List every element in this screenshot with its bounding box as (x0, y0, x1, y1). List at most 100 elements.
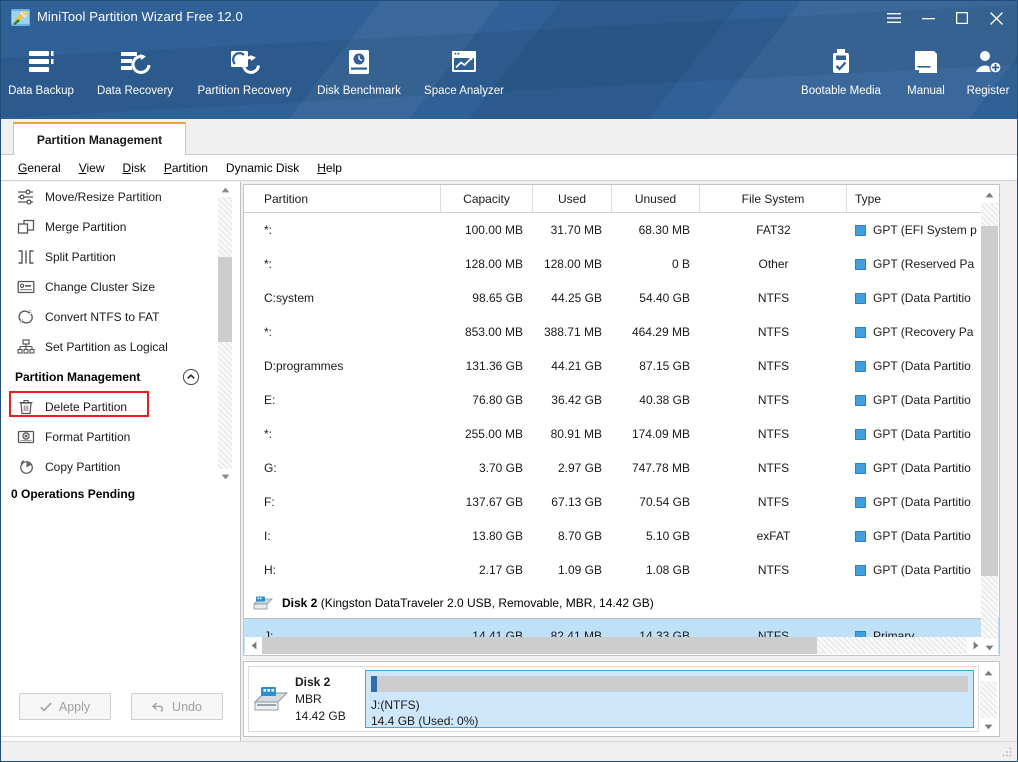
scroll-right-arrow-icon[interactable] (967, 637, 984, 654)
table-horizontal-scrollbar[interactable] (245, 637, 984, 654)
table-vertical-scrollbar[interactable] (981, 186, 998, 655)
cell-capacity: 3.70 GB (478, 461, 523, 475)
scroll-down-arrow-icon[interactable] (218, 469, 232, 484)
table-row[interactable]: G: 3.70 GB 2.97 GB 747.78 MB NTFS GPT (Data P… (244, 451, 999, 485)
cell-file-system: NTFS (757, 359, 790, 373)
tab-partition-management[interactable]: Partition Management (13, 122, 186, 155)
column-header-used[interactable]: Used (533, 185, 612, 212)
sidebar-item-move-resize-partition[interactable]: Move/Resize Partition (1, 182, 226, 212)
menu-item-dynamic-disk[interactable]: Dynamic Disk (217, 158, 308, 178)
table-row[interactable]: C:system 98.65 GB 44.25 GB 54.40 GB NTFS GPT … (244, 281, 999, 315)
menu-item-disk[interactable]: Disk (114, 158, 155, 178)
cell-type: GPT (Data Partitio (847, 529, 977, 543)
table-row[interactable]: *: 100.00 MB 31.70 MB 68.30 MB FAT32 GPT (EFI… (244, 213, 999, 247)
sidebar-scrollbar[interactable] (218, 182, 232, 484)
sidebar-item-label: Change Cluster Size (45, 280, 156, 294)
type-color-swatch (855, 530, 866, 542)
column-header-file-system[interactable]: File System (700, 185, 847, 212)
type-label: GPT (Recovery Pa (873, 325, 974, 339)
minimize-icon[interactable] (911, 5, 945, 31)
sidebar-item-convert-ntfs-to-fat[interactable]: F N Convert NTFS to FAT (1, 302, 226, 332)
disk-group-header-disk2[interactable]: Disk 2 (Kingston DataTraveler 2.0 USB, R… (244, 587, 999, 619)
status-bar (1, 741, 1017, 761)
menu-item-general[interactable]: General (9, 158, 70, 178)
undo-button[interactable]: Undo (131, 693, 223, 720)
cell-capacity: 98.65 GB (472, 291, 523, 305)
scroll-up-arrow-icon[interactable] (980, 664, 997, 681)
column-header-type[interactable]: Type (847, 185, 977, 212)
disk-map-name: Disk 2 (295, 674, 331, 689)
type-color-swatch (855, 428, 866, 440)
menu-item-partition[interactable]: Partition (155, 158, 217, 178)
toolbar-label: Data Recovery (96, 85, 174, 97)
resize-grip-icon[interactable] (1001, 746, 1013, 758)
disk-map-scrollbar[interactable] (980, 664, 997, 735)
sidebar-item-format-partition[interactable]: Format Partition (1, 422, 226, 452)
type-color-swatch (855, 462, 866, 474)
disk-map-partition-text: J:(NTFS) 14.4 GB (Used: 0%) (371, 697, 478, 729)
toolbar-label: Register (966, 85, 1010, 97)
close-icon[interactable] (979, 5, 1013, 31)
sidebar-item-set-partition-as-logical[interactable]: Set Partition as Logical (1, 332, 226, 362)
format-partition-icon (15, 426, 37, 448)
disk-map-partition-block-j[interactable]: J:(NTFS) 14.4 GB (Used: 0%) (365, 670, 974, 728)
cell-used: 36.42 GB (551, 393, 602, 407)
cell-type: GPT (Data Partitio (847, 461, 977, 475)
toolbar-item-manual[interactable]: Manual (896, 43, 956, 97)
toolbar-item-space-analyzer[interactable]: Space Analyzer (416, 43, 512, 97)
toolbar-item-register[interactable]: Register (957, 43, 1017, 97)
sidebar-item-label: Convert NTFS to FAT (45, 310, 160, 324)
bootable-media-icon (830, 43, 852, 81)
menu-item-view[interactable]: View (70, 158, 114, 178)
cell-type: GPT (Data Partitio (847, 427, 977, 441)
table-row[interactable]: D:programmes 131.36 GB 44.21 GB 87.15 GB NTF… (244, 349, 999, 383)
scrollbar-thumb[interactable] (218, 257, 232, 342)
cell-partition: *: (264, 325, 273, 339)
toolbar-item-data-recovery[interactable]: Data Recovery (89, 43, 181, 97)
toolbar-item-data-backup[interactable]: Data Backup (1, 43, 81, 97)
sidebar-item-merge-partition[interactable]: Merge Partition (1, 212, 226, 242)
cell-file-system: Other (758, 257, 789, 271)
table-row[interactable]: I: 13.80 GB 8.70 GB 5.10 GB exFAT GPT (Data P… (244, 519, 999, 553)
column-header-partition[interactable]: Partition (256, 185, 441, 212)
cell-type: GPT (Reserved Pa (847, 257, 977, 271)
copy-partition-icon (15, 456, 37, 478)
scroll-up-arrow-icon[interactable] (981, 186, 998, 203)
table-row[interactable]: *: 128.00 MB 128.00 MB 0 B Other GPT (Reserve… (244, 247, 999, 281)
table-row[interactable]: F: 137.67 GB 67.13 GB 70.54 GB NTFS GPT (Data… (244, 485, 999, 519)
scrollbar-track[interactable] (980, 681, 997, 718)
type-color-swatch (855, 360, 866, 372)
column-header-capacity[interactable]: Capacity (441, 185, 533, 212)
hamburger-menu-icon[interactable] (877, 5, 911, 31)
table-row[interactable]: *: 255.00 MB 80.91 MB 174.09 MB NTFS GPT (Dat… (244, 417, 999, 451)
cell-file-system: NTFS (757, 291, 790, 305)
scroll-left-arrow-icon[interactable] (245, 637, 262, 654)
menu-item-help[interactable]: Help (308, 158, 351, 178)
sidebar-item-split-partition[interactable]: Split Partition (1, 242, 226, 272)
split-icon (15, 246, 37, 268)
scroll-down-arrow-icon[interactable] (980, 718, 997, 735)
table-row[interactable]: *: 853.00 MB 388.71 MB 464.29 MB NTFS GPT (Re… (244, 315, 999, 349)
sidebar-item-delete-partition[interactable]: Delete Partition (1, 392, 226, 422)
apply-button[interactable]: Apply (19, 693, 111, 720)
disk-map-row-disk2[interactable]: Disk 2 MBR 14.42 GB J:(NTFS) 14.4 GB (Us… (248, 666, 979, 732)
toolbar-item-bootable-media[interactable]: Bootable Media (791, 43, 891, 97)
cell-type: GPT (EFI System p (847, 223, 977, 237)
sidebar-item-copy-partition[interactable]: Copy Partition (1, 452, 226, 482)
table-row[interactable]: H: 2.17 GB 1.09 GB 1.08 GB NTFS GPT (Data Par… (244, 553, 999, 587)
scroll-up-arrow-icon[interactable] (218, 182, 232, 197)
partition-recovery-icon (229, 43, 261, 81)
table-row[interactable]: E: 76.80 GB 36.42 GB 40.38 GB NTFS GPT (Data … (244, 383, 999, 417)
toolbar-item-partition-recovery[interactable]: Partition Recovery (187, 43, 302, 97)
toolbar-item-disk-benchmark[interactable]: Disk Benchmark (311, 43, 407, 97)
disk-map-size: 14.42 GB (295, 708, 346, 723)
chevron-up-circle-icon[interactable] (182, 368, 200, 386)
column-header-unused[interactable]: Unused (612, 185, 700, 212)
sidebar-item-change-cluster-size[interactable]: Change Cluster Size (1, 272, 226, 302)
scrollbar-thumb[interactable] (981, 226, 998, 576)
title-bar: MiniTool Partition Wizard Free 12.0 (1, 1, 1017, 33)
maximize-icon[interactable] (945, 5, 979, 31)
cell-unused: 0 B (671, 257, 690, 271)
scrollbar-thumb[interactable] (262, 637, 817, 654)
cell-unused: 5.10 GB (645, 529, 690, 543)
